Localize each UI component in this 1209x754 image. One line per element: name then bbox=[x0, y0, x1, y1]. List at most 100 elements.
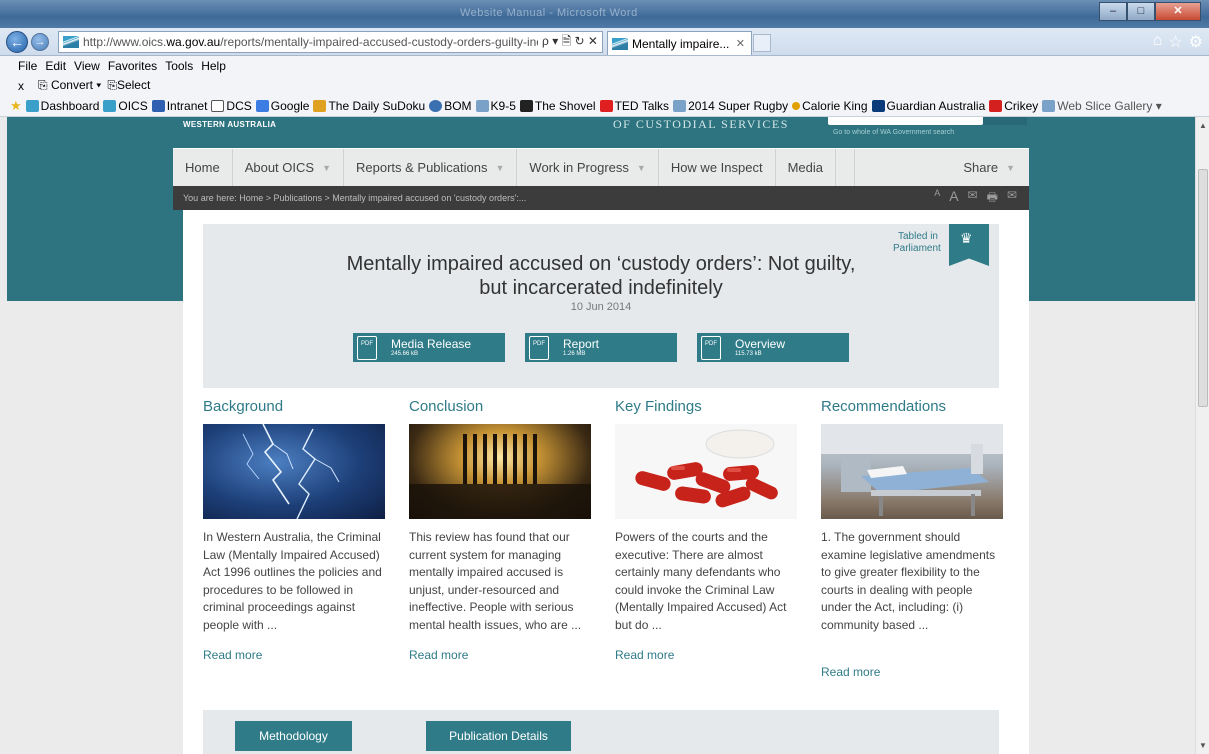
section-heading[interactable]: Background bbox=[203, 398, 385, 418]
tab-favicon-icon bbox=[612, 37, 628, 50]
scroll-up-icon[interactable]: ▲ bbox=[1199, 121, 1207, 130]
favorites-star-icon[interactable]: ★ bbox=[10, 98, 22, 114]
pdf-icon: PDF bbox=[529, 335, 549, 360]
nav-media[interactable]: Media bbox=[776, 149, 836, 186]
text-smaller-icon[interactable]: A bbox=[934, 188, 940, 209]
pdf-icon: PDF bbox=[701, 335, 721, 360]
settings-gear-icon[interactable]: ⚙ bbox=[1189, 32, 1203, 52]
read-more-link[interactable]: Read more bbox=[203, 648, 385, 662]
favorite-crikey[interactable]: Crikey bbox=[989, 99, 1038, 113]
nav-how-we-inspect[interactable]: How we Inspect bbox=[659, 149, 776, 186]
menu-bar: File Edit View Favorites Tools Help bbox=[0, 56, 1209, 76]
page-scrollbar[interactable]: ▲ ▼ bbox=[1195, 117, 1209, 754]
section-heading[interactable]: Recommendations bbox=[821, 398, 1003, 418]
favorite-google[interactable]: Google bbox=[255, 99, 309, 113]
main-navigation: Home About OICS ▼ Reports & Publications ▼… bbox=[173, 148, 1029, 186]
favorite-daily-sudoku[interactable]: The Daily SuDoku bbox=[313, 99, 425, 113]
favorite-bom[interactable]: BOM bbox=[429, 99, 472, 113]
new-tab-button[interactable] bbox=[753, 34, 771, 52]
favorite-intranet[interactable]: Intranet bbox=[151, 99, 207, 113]
chevron-down-icon: ▼ bbox=[322, 162, 331, 173]
menu-file[interactable]: File bbox=[18, 59, 37, 73]
close-button[interactable]: ✕ bbox=[1155, 2, 1201, 21]
favorite-super-rugby[interactable]: 2014 Super Rugby bbox=[673, 99, 788, 113]
home-icon[interactable]: ⌂ bbox=[1153, 32, 1163, 52]
text-larger-icon[interactable]: A bbox=[949, 188, 958, 209]
section-heading[interactable]: Conclusion bbox=[409, 398, 591, 418]
lightning-storm-image[interactable] bbox=[203, 424, 385, 519]
menu-tools[interactable]: Tools bbox=[165, 59, 193, 73]
report-download-button[interactable]: PDF Report 1.26 MB bbox=[525, 333, 677, 362]
section-heading[interactable]: Key Findings bbox=[615, 398, 797, 418]
tab-close-icon[interactable]: ✕ bbox=[736, 37, 745, 50]
media-release-download-button[interactable]: PDF Media Release 245.66 kB bbox=[353, 333, 505, 362]
publication-details-button[interactable]: Publication Details bbox=[426, 721, 571, 751]
nav-share[interactable]: Share ▼ bbox=[854, 149, 1029, 186]
favorite-oics[interactable]: OICS bbox=[103, 99, 148, 113]
address-controls[interactable]: ρ ▾ 🗎 ↻ ✕ bbox=[538, 32, 602, 53]
tab-title: Mentally impaire... bbox=[632, 36, 730, 51]
nav-reports-publications[interactable]: Reports & Publications ▼ bbox=[344, 149, 518, 186]
favorite-guardian-australia[interactable]: Guardian Australia bbox=[871, 99, 985, 113]
read-more-link[interactable]: Read more bbox=[409, 648, 591, 662]
favorite-ted-talks[interactable]: TED Talks bbox=[599, 99, 669, 113]
minimize-button[interactable]: – bbox=[1099, 2, 1127, 21]
chevron-down-icon: ▼ bbox=[495, 162, 505, 173]
forward-button[interactable]: → bbox=[31, 33, 49, 51]
page-viewport: WESTERN AUSTRALIA OF CUSTODIAL SERVICES … bbox=[7, 117, 1195, 754]
menu-view[interactable]: View bbox=[74, 59, 100, 73]
menu-favorites[interactable]: Favorites bbox=[108, 59, 157, 73]
prison-bars-image[interactable] bbox=[409, 424, 591, 519]
url-text[interactable]: http://www.oics.wa.gov.au/reports/mental… bbox=[83, 35, 538, 49]
nav-home[interactable]: Home bbox=[173, 149, 233, 186]
scrollbar-thumb[interactable] bbox=[1198, 169, 1208, 407]
favorite-dashboard[interactable]: Dashboard bbox=[25, 99, 99, 113]
email-icon[interactable]: ✉ bbox=[968, 188, 978, 209]
nav-about-oics[interactable]: About OICS ▼ bbox=[233, 149, 344, 186]
site-search-button[interactable] bbox=[983, 117, 1027, 125]
favorite-dcs[interactable]: DCS bbox=[211, 99, 252, 113]
select-button[interactable]: ⎘Select bbox=[107, 78, 150, 93]
red-pills-image[interactable] bbox=[615, 424, 797, 519]
toolbar-close-icon[interactable]: x bbox=[18, 79, 24, 93]
print-icon[interactable]: 🖶 bbox=[987, 188, 998, 209]
section-conclusion: Conclusion This review has found that ou… bbox=[409, 398, 591, 662]
hospital-bed-image[interactable] bbox=[821, 424, 1003, 519]
convert-button[interactable]: ⎘ Convert ▾ bbox=[38, 78, 101, 93]
read-more-link[interactable]: Read more bbox=[821, 665, 1003, 679]
nav-work-in-progress[interactable]: Work in Progress ▼ bbox=[517, 149, 659, 186]
window-title: Website Manual - Microsoft Word bbox=[460, 7, 638, 19]
maximize-button[interactable]: □ bbox=[1127, 2, 1155, 21]
chevron-down-icon: ▼ bbox=[636, 162, 646, 173]
section-key-findings: Key Findings Powers of the courts and th… bbox=[615, 398, 797, 662]
menu-edit[interactable]: Edit bbox=[45, 59, 66, 73]
section-summary: In Western Australia, the Criminal Law (… bbox=[203, 530, 382, 632]
crest-icon: ♛ bbox=[960, 230, 973, 246]
favorite-calorie-king[interactable]: Calorie King bbox=[792, 99, 868, 113]
main-content: Tabled in Parliament ♛ Mentally impaired… bbox=[183, 210, 1029, 754]
share-email-icon[interactable]: ✉ bbox=[1007, 188, 1017, 209]
favorites-bar: ★ Dashboard OICS Intranet DCS Google The… bbox=[0, 95, 1209, 117]
menu-help[interactable]: Help bbox=[201, 59, 226, 73]
site-favicon-icon bbox=[63, 36, 79, 48]
wa-gov-search-link[interactable]: Go to whole of WA Government search bbox=[833, 129, 954, 136]
address-bar[interactable]: http://www.oics.wa.gov.au/reports/mental… bbox=[58, 31, 603, 53]
favorite-web-slice-gallery[interactable]: Web Slice Gallery ▾ bbox=[1042, 99, 1162, 113]
favorites-star-icon[interactable]: ☆ bbox=[1168, 32, 1182, 52]
breadcrumb: You are here: Home > Publications > Ment… bbox=[173, 186, 1029, 210]
breadcrumb-text[interactable]: You are here: Home > Publications > Ment… bbox=[183, 193, 526, 203]
address-row: ← → http://www.oics.wa.gov.au/reports/me… bbox=[0, 28, 1209, 56]
wa-government-label: WESTERN AUSTRALIA bbox=[183, 120, 277, 129]
back-button[interactable]: ← bbox=[6, 31, 28, 53]
methodology-button[interactable]: Methodology bbox=[235, 721, 352, 751]
page-title: Mentally impaired accused on ‘custody or… bbox=[346, 253, 856, 299]
browser-tab[interactable]: Mentally impaire... ✕ bbox=[607, 31, 752, 55]
overview-download-button[interactable]: PDF Overview 115.73 kB bbox=[697, 333, 849, 362]
read-more-link[interactable]: Read more bbox=[615, 648, 797, 662]
scroll-down-icon[interactable]: ▼ bbox=[1199, 741, 1207, 750]
site-search-input[interactable] bbox=[828, 117, 983, 125]
section-background: Background In Western Australia, the Cri… bbox=[203, 398, 385, 662]
window-titlebar: Website Manual - Microsoft Word – □ ✕ bbox=[0, 0, 1209, 28]
favorite-k9-5[interactable]: K9-5 bbox=[475, 99, 516, 113]
favorite-the-shovel[interactable]: The Shovel bbox=[519, 99, 596, 113]
